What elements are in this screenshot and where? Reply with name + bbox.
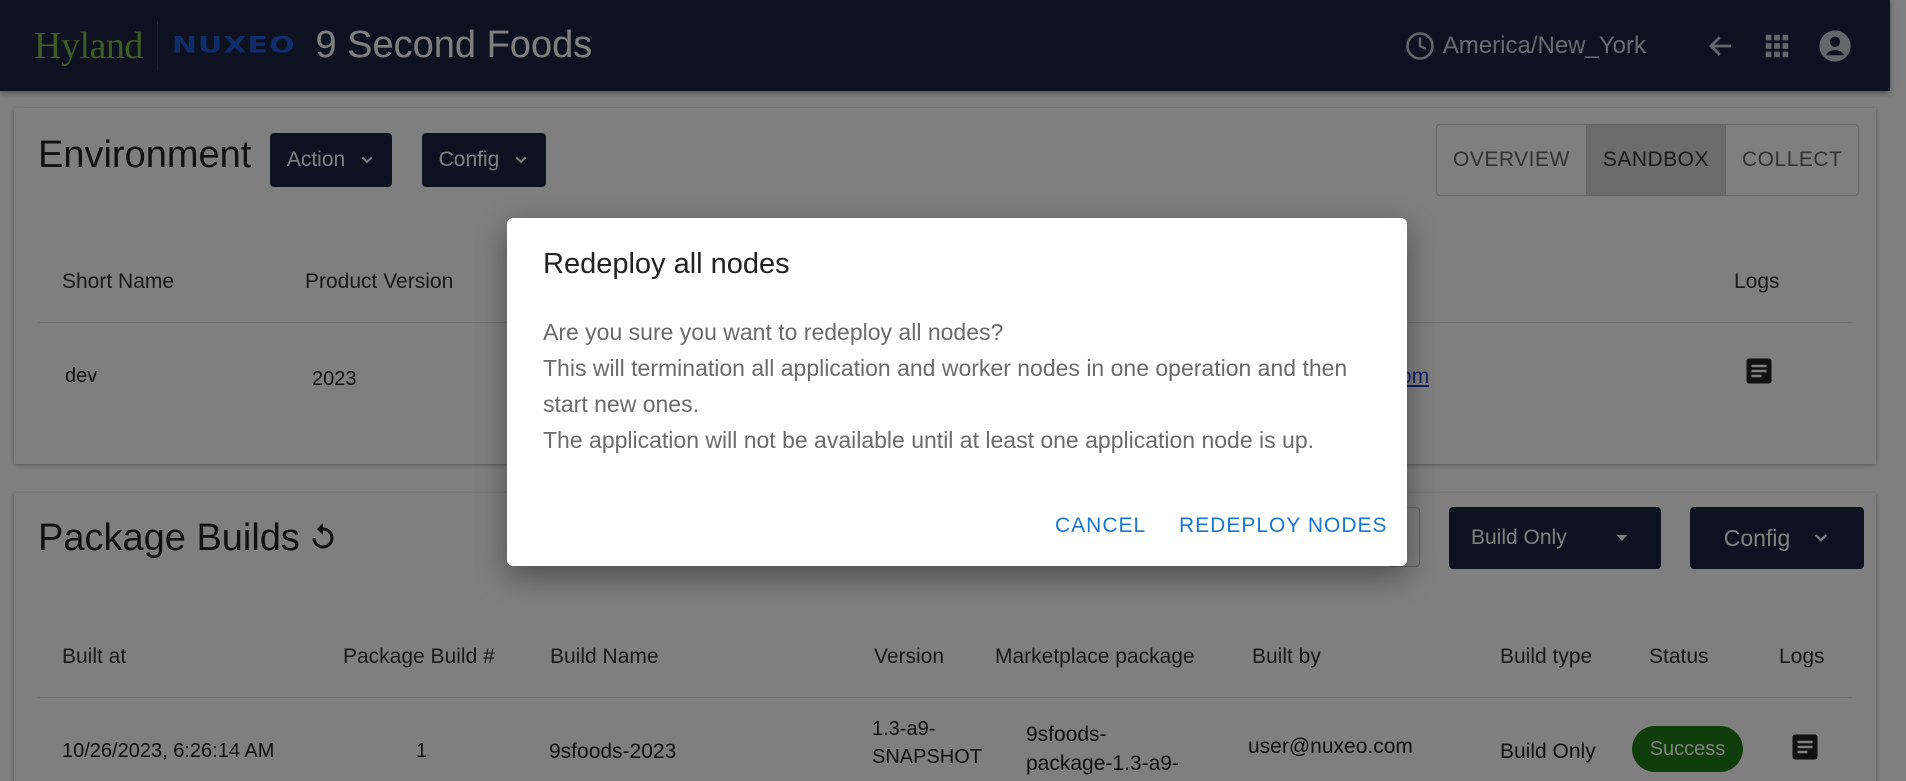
dialog-line-warning: This will termination all application an… [543, 355, 1348, 417]
redeploy-nodes-button[interactable]: REDEPLOY NODES [1179, 514, 1388, 538]
dialog-line-question: Are you sure you want to redeploy all no… [543, 319, 1004, 345]
dialog-title: Redeploy all nodes [543, 248, 790, 280]
dialog-body: Are you sure you want to redeploy all no… [543, 314, 1393, 458]
dialog-line-availability: The application will not be available un… [543, 427, 1315, 453]
cancel-button[interactable]: CANCEL [1055, 514, 1146, 538]
redeploy-dialog: Redeploy all nodes Are you sure you want… [507, 218, 1407, 566]
